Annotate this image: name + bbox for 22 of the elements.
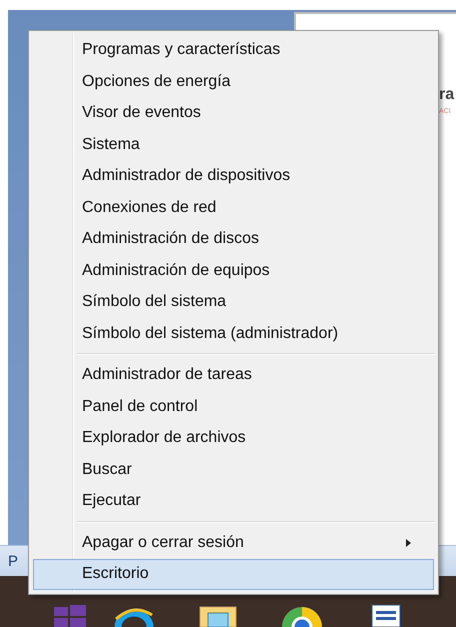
menu-item[interactable]: Administración de equipos (33, 256, 434, 286)
menu-item[interactable]: Explorador de archivos (33, 423, 434, 454)
ribbon-label: P (8, 552, 18, 570)
submenu-arrow-icon (406, 538, 411, 547)
title-fragment: ra (439, 86, 454, 104)
menu-item[interactable]: Símbolo del sistema (administrador) (33, 318, 434, 349)
menu-item[interactable]: Escritorio (33, 559, 434, 590)
folder-icon[interactable] (198, 605, 238, 627)
menu-item[interactable]: Administrador de tareas (33, 360, 434, 390)
browser-icon[interactable] (112, 607, 156, 627)
menu-item[interactable]: Administración de discos (33, 224, 434, 254)
menu-item[interactable]: Buscar (33, 454, 434, 485)
menu-item[interactable]: Sistema (33, 130, 434, 160)
menu-item[interactable]: Apagar o cerrar sesión (33, 528, 434, 558)
menu-item[interactable]: Símbolo del sistema (33, 287, 434, 318)
menu-item[interactable]: Opciones de energía (33, 66, 434, 97)
menu-item[interactable]: Ejecutar (33, 486, 434, 516)
menu-item[interactable]: Panel de control (33, 392, 434, 422)
menu-item[interactable]: Programas y características (33, 35, 434, 66)
menu-item[interactable]: Visor de eventos (33, 98, 434, 128)
menu-item[interactable]: Conexiones de red (33, 192, 434, 223)
menu-item[interactable]: Administrador de dispositivos (33, 161, 434, 192)
